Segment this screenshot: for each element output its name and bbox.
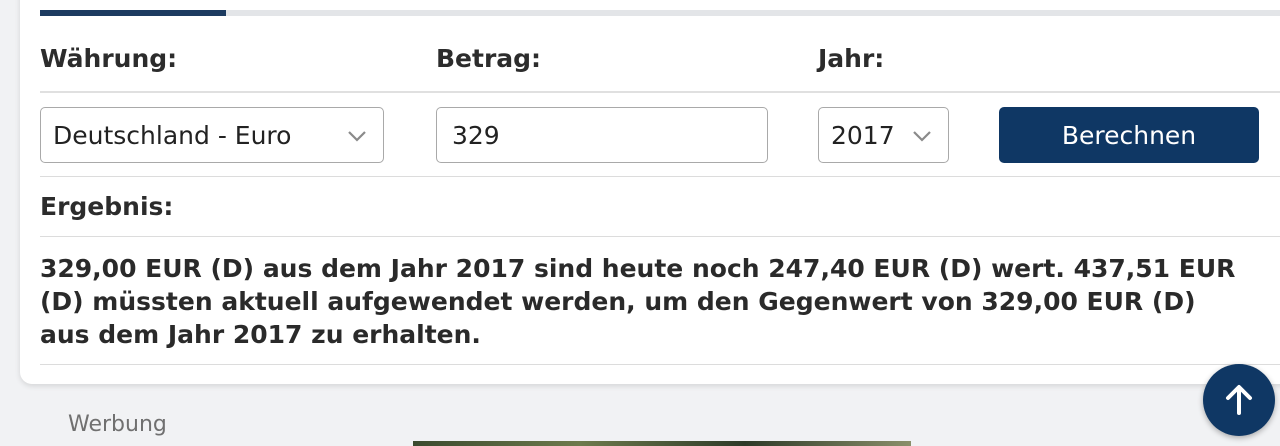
form-divider	[40, 176, 1280, 177]
result-label: Ergebnis:	[40, 192, 174, 221]
progress-fill	[40, 10, 226, 16]
ad-image[interactable]	[413, 441, 911, 446]
progress-bar	[40, 10, 1280, 16]
currency-label: Währung:	[40, 44, 178, 73]
year-select-value: 2017	[831, 120, 895, 150]
result-divider	[40, 364, 1280, 365]
arrow-up-icon	[1226, 385, 1252, 415]
amount-input-value: 329	[452, 120, 500, 150]
result-text: 329,00 EUR (D) aus dem Jahr 2017 sind he…	[40, 254, 1236, 349]
currency-select[interactable]: Deutschland - Euro	[40, 107, 384, 163]
year-select[interactable]: 2017	[818, 107, 949, 163]
header-divider	[40, 91, 1280, 93]
calculate-button[interactable]: Berechnen	[999, 107, 1259, 163]
chevron-down-icon	[913, 131, 931, 142]
amount-label: Betrag:	[436, 44, 542, 73]
scroll-to-top-button[interactable]	[1203, 364, 1275, 436]
amount-input[interactable]: 329	[436, 107, 768, 163]
currency-select-value: Deutschland - Euro	[53, 120, 292, 150]
year-label: Jahr:	[818, 44, 885, 73]
chevron-down-icon	[348, 131, 366, 142]
ad-label: Werbung	[68, 412, 167, 437]
result-label-divider	[40, 236, 1280, 237]
